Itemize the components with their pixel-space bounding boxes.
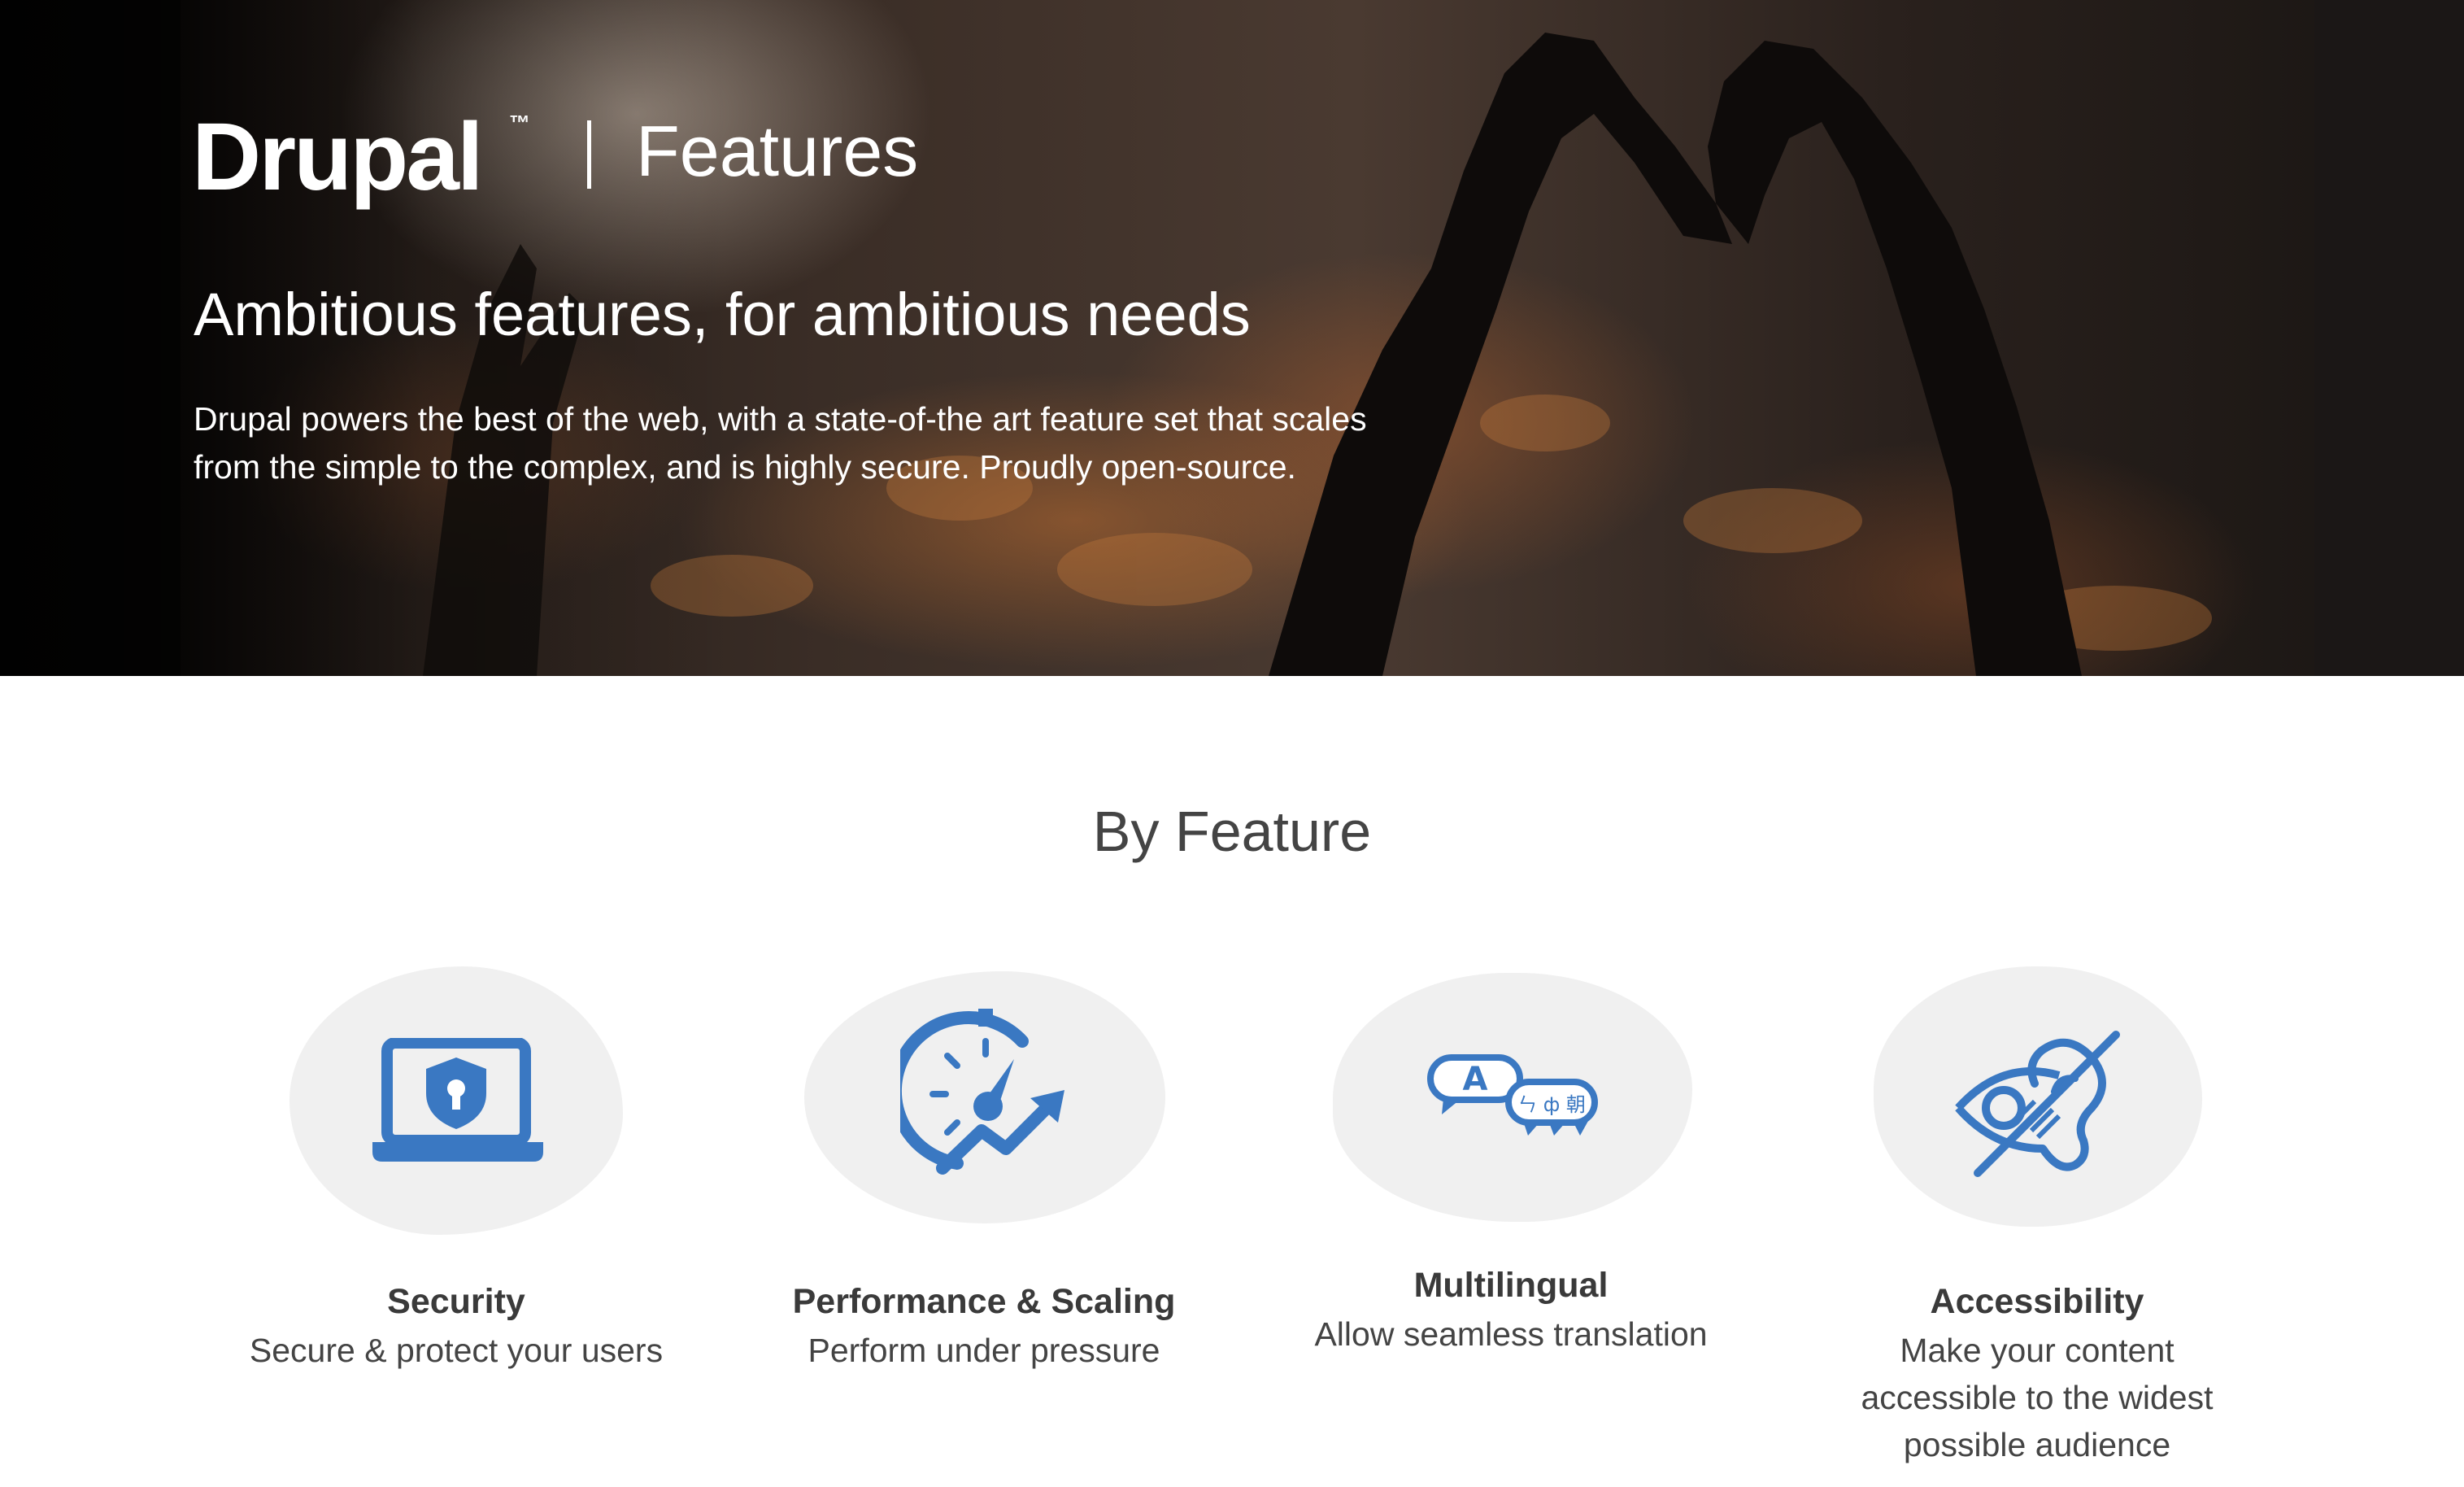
translation-bubbles-icon: A ㄣ ф 朝 (1427, 1054, 1598, 1136)
hero-description: Drupal powers the best of the web, with … (194, 400, 1367, 486)
feature-title: Security (387, 1282, 525, 1321)
trademark-mark: ™ (509, 111, 530, 135)
feature-description: Secure & protect your users (249, 1332, 664, 1369)
feature-description: Allow seamless translation (1314, 1315, 1708, 1353)
drupal-logo[interactable]: Drupal (192, 104, 484, 210)
hero-banner: Drupal ™ Features Ambitious features, fo… (0, 0, 2464, 676)
logo-separator (587, 120, 591, 189)
feature-title: Multilingual (1413, 1266, 1609, 1305)
svg-text:A: A (1463, 1061, 1488, 1098)
section-label: Features (636, 111, 919, 191)
svg-text:ㄣ ф 朝: ㄣ ф 朝 (1517, 1093, 1586, 1116)
laptop-shield-icon (372, 1038, 543, 1162)
hero-title: Ambitious features, for ambitious needs (194, 281, 1251, 348)
speedometer-growth-icon (900, 1009, 1064, 1175)
feature-title: Performance & Scaling (792, 1282, 1176, 1321)
accessibility-eye-ear-icon (1955, 1031, 2120, 1177)
feature-description: Perform under pressure (808, 1332, 1160, 1369)
feature-description: Make your content accessible to the wide… (1861, 1332, 2214, 1463)
section-title: By Feature (1092, 800, 1372, 863)
feature-title: Accessibility (1930, 1282, 2144, 1321)
